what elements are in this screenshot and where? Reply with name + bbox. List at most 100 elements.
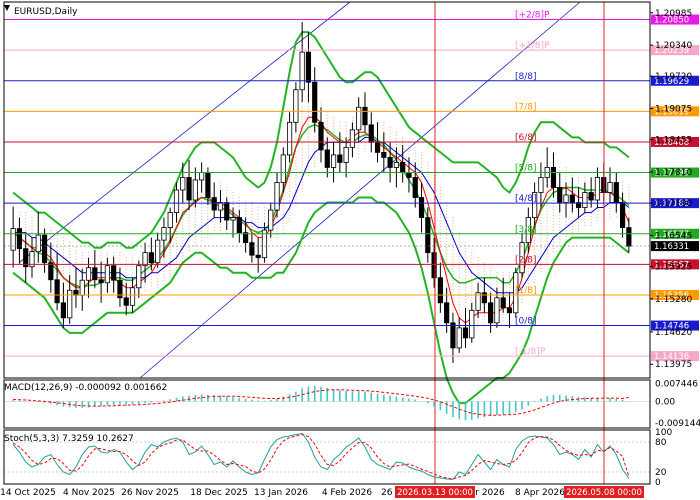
- cloud-dot: [169, 254, 171, 257]
- cloud-dot: [464, 257, 467, 259]
- cloud-dot: [395, 143, 397, 145]
- cloud-dot: [288, 193, 291, 195]
- cloud-dot: [301, 124, 303, 126]
- cloud-dot: [301, 148, 303, 150]
- cloud-dot: [232, 203, 234, 206]
- cloud-dot: [169, 269, 171, 272]
- cloud-dot: [609, 204, 611, 207]
- candle-body: [274, 182, 280, 211]
- cloud-dot: [496, 284, 498, 286]
- candle-body: [588, 192, 594, 201]
- cloud-dot: [251, 207, 253, 210]
- cloud-dot: [188, 249, 190, 252]
- cloud-dot: [452, 297, 454, 300]
- cloud-dot: [94, 288, 96, 290]
- cloud-dot: [559, 169, 561, 172]
- cloud-dot: [408, 153, 410, 155]
- candle-body: [374, 141, 381, 153]
- cloud-dot: [131, 257, 134, 259]
- cloud-dot: [464, 260, 467, 262]
- cloud-dot: [540, 252, 542, 255]
- y-tick-label: 1.20985: [655, 9, 692, 19]
- cloud-dot: [62, 267, 65, 269]
- cloud-dot: [439, 237, 441, 240]
- cloud-dot: [364, 138, 366, 140]
- cloud-dot: [559, 229, 561, 232]
- cloud-dot: [496, 281, 498, 283]
- cloud-dot: [332, 128, 335, 130]
- cloud-dot: [395, 134, 397, 136]
- cloud-dot: [100, 255, 102, 257]
- cloud-dot: [144, 287, 146, 289]
- cloud-dot: [125, 257, 127, 259]
- cloud-dot: [75, 262, 77, 264]
- murrey-level-label: [-1/8]P: [515, 347, 546, 357]
- time-axis[interactable]: 14 Oct 2025 4 Nov 2025 26 Nov 2025 18 Dec 2…: [0, 486, 644, 498]
- cloud-dot: [546, 231, 548, 234]
- murrey-level-label: [0/8]: [515, 317, 537, 327]
- cloud-dot: [471, 261, 473, 263]
- cloud-dot: [62, 246, 65, 248]
- cloud-dot: [150, 282, 152, 284]
- cloud-dot: [439, 189, 441, 192]
- cloud-dot: [288, 190, 291, 192]
- cloud-dot: [106, 252, 108, 254]
- cloud-dot: [552, 211, 555, 214]
- cloud-dot: [452, 264, 454, 267]
- cloud-dot: [395, 137, 397, 139]
- x-tick-label: r 2026: [475, 488, 505, 498]
- y-tick-label: 1.16545: [655, 231, 692, 241]
- candle-body: [41, 234, 48, 264]
- candle-body: [35, 234, 41, 253]
- cloud-dot: [188, 234, 190, 237]
- cloud-dot: [301, 181, 303, 183]
- cloud-dot: [69, 272, 71, 274]
- cloud-dot: [282, 207, 284, 210]
- cloud-dot: [201, 209, 203, 212]
- cloud-dot: [452, 228, 454, 231]
- cloud-dot: [194, 238, 196, 241]
- cloud-dot: [571, 219, 573, 222]
- cloud-dot: [490, 282, 492, 284]
- candle-body: [626, 227, 632, 247]
- cloud-dot: [527, 283, 529, 285]
- cloud-dot: [25, 223, 27, 226]
- candle-body: [129, 287, 136, 306]
- cloud-dot: [157, 269, 159, 271]
- candle-body: [330, 154, 337, 168]
- cloud-dot: [81, 252, 83, 254]
- cloud-dot: [282, 228, 284, 231]
- cloud-dot: [452, 246, 454, 249]
- cloud-dot: [596, 219, 599, 222]
- cloud-dot: [69, 257, 71, 259]
- trading-chart[interactable]: [+2/8]P [+1/8]P [8/8] [7/8] [6/8] [5/8] [4/8] […: [0, 0, 700, 500]
- cloud-dot: [446, 246, 448, 249]
- cloud-dot: [546, 240, 548, 243]
- cloud-dot: [552, 226, 555, 229]
- cloud-dot: [131, 272, 134, 274]
- cloud-dot: [471, 276, 473, 278]
- cloud-dot: [577, 218, 580, 221]
- cloud-dot: [157, 281, 159, 283]
- cloud-dot: [508, 275, 511, 277]
- candle-body: [104, 265, 110, 284]
- cloud-dot: [452, 255, 454, 258]
- cloud-dot: [358, 144, 360, 146]
- cloud-dot: [534, 275, 536, 278]
- cloud-dot: [559, 226, 561, 229]
- cloud-dot: [169, 275, 171, 278]
- cloud-dot: [69, 248, 71, 250]
- y-tick-label: 1.17190: [655, 199, 692, 209]
- candle-body: [305, 51, 312, 83]
- cloud-dot: [119, 261, 121, 263]
- cloud-dot: [471, 285, 473, 287]
- cloud-dot: [508, 290, 511, 292]
- cloud-dot: [326, 135, 328, 137]
- cloud-dot: [628, 207, 630, 210]
- cloud-dot: [471, 258, 473, 260]
- cloud-dot: [119, 252, 121, 254]
- cloud-dot: [75, 265, 77, 267]
- cloud-dot: [609, 213, 611, 216]
- cloud-dot: [502, 320, 504, 322]
- cloud-dot: [546, 249, 548, 252]
